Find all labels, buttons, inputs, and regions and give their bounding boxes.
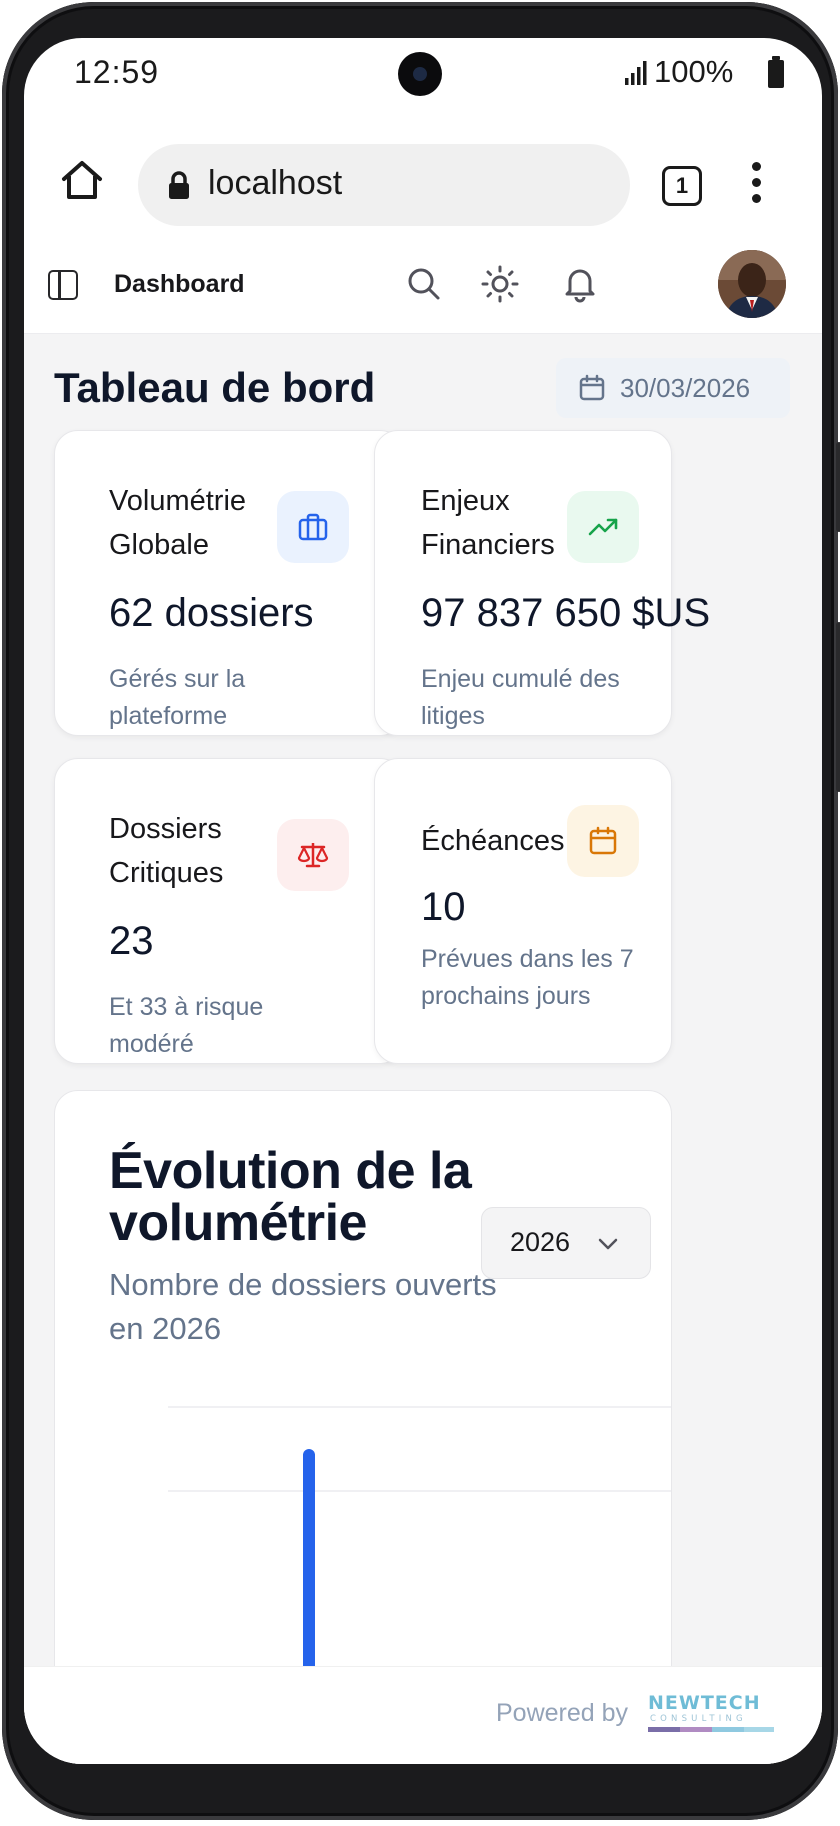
chart-subtitle: Nombre de dossiers ouverts en 2026 [109, 1267, 497, 1346]
chart-title: Évolution de la volumétrie [109, 1142, 472, 1252]
card-label: Dossiers Critiques [109, 813, 224, 889]
stat-card-volumetrie: Volumétrie Globale 62 dossiers Gérés sur… [54, 430, 404, 736]
chart-card: Évolution de la volumétrie Nombre de dos… [54, 1090, 672, 1710]
briefcase-icon [298, 513, 328, 541]
year-select[interactable]: 2026 [481, 1207, 651, 1279]
user-avatar[interactable] [718, 250, 786, 318]
browser-toolbar: localhost 1 [24, 114, 822, 234]
card-value: 23 [109, 919, 154, 963]
volume-button [836, 442, 840, 532]
signal-icon [625, 61, 647, 85]
card-value: 62 dossiers [109, 591, 314, 635]
scale-icon [297, 843, 329, 868]
power-button [836, 622, 840, 792]
card-description: Gérés sur la plateforme [109, 665, 246, 730]
phone-frame: 12:59 100% localhost 1 Dashboard Tableau… [2, 2, 840, 1820]
url-text: localhost [208, 164, 343, 202]
card-label: Échéances [421, 825, 565, 857]
stat-card-critiques: Dossiers Critiques 23 Et 33 à risque mod… [54, 758, 404, 1064]
chevron-down-icon [598, 1238, 618, 1250]
svg-text:NEWTECH: NEWTECH [648, 1692, 761, 1714]
card-description: Prévues dans les 7 prochains jours [421, 945, 634, 1010]
card-icon-box [567, 491, 639, 563]
front-camera [398, 52, 442, 96]
svg-text:CONSULTING: CONSULTING [650, 1714, 747, 1724]
home-icon[interactable] [60, 158, 104, 202]
browser-menu-icon[interactable] [748, 162, 764, 210]
trending-up-icon [588, 518, 618, 536]
tab-switcher-button[interactable]: 1 [662, 166, 702, 206]
lock-icon [169, 171, 189, 199]
calendar-icon [579, 374, 605, 401]
card-label: Enjeux Financiers [421, 485, 555, 561]
status-time: 12:59 [74, 54, 160, 90]
nav-title: Dashboard [114, 270, 245, 298]
calendar-icon [589, 826, 617, 855]
card-description: Enjeu cumulé des litiges [421, 665, 620, 730]
card-value: 97 837 650 $US [421, 591, 711, 635]
year-select-value: 2026 [510, 1227, 571, 1257]
top-navigation: Dashboard [24, 234, 822, 334]
card-value: 10 [421, 885, 466, 929]
newtech-logo: NEWTECH CONSULTING [648, 1692, 774, 1732]
stat-card-enjeux: Enjeux Financiers 97 837 650 $US Enjeu c… [374, 430, 710, 736]
footer: Powered by NEWTECH CONSULTING [24, 1666, 822, 1764]
date-text: 30/03/2026 [620, 373, 751, 403]
chart-plot [168, 1406, 671, 1709]
status-bar: 12:59 100% [24, 38, 822, 114]
sidebar-toggle-icon[interactable] [48, 270, 78, 300]
card-icon-box [277, 491, 349, 563]
address-bar[interactable]: localhost [138, 144, 630, 226]
battery-icon [768, 56, 784, 88]
card-label: Volumétrie Globale [109, 485, 247, 561]
sun-icon[interactable] [480, 264, 520, 304]
card-icon-box [277, 819, 349, 891]
card-description: Et 33 à risque modéré [109, 993, 264, 1058]
card-icon-box [567, 805, 639, 877]
stat-card-echeances: Échéances 10 Prévues dans les 7 prochain… [374, 758, 672, 1064]
app-content: Dashboard Tableau de bord 30/03/2026 Vol… [24, 234, 822, 1764]
page-title: Tableau de bord [54, 364, 376, 411]
screen: 12:59 100% localhost 1 Dashboard Tableau… [24, 38, 822, 1764]
date-badge[interactable]: 30/03/2026 [556, 358, 790, 418]
bell-icon[interactable] [560, 264, 600, 304]
powered-by-text: Powered by [496, 1699, 629, 1727]
search-icon[interactable] [404, 264, 444, 304]
battery-percent: 100% [654, 54, 734, 89]
